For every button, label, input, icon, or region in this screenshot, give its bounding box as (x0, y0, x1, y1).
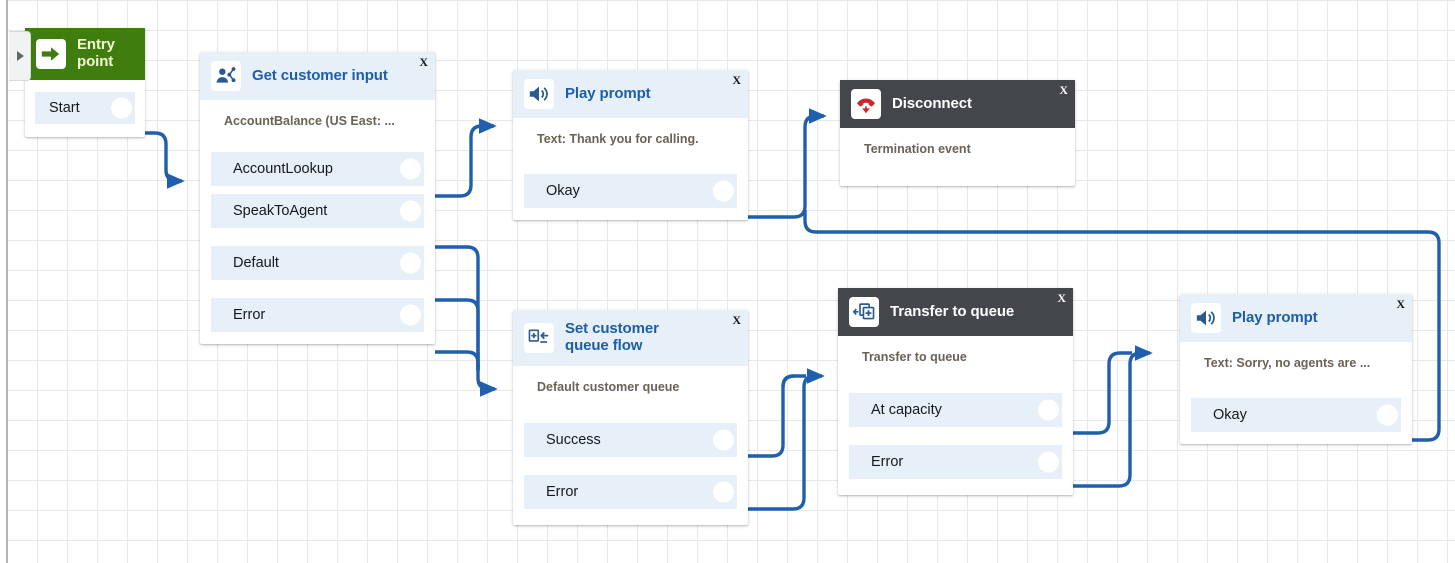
node-play-prompt-thankyou[interactable]: Play prompt X Text: Thank you for callin… (513, 70, 748, 220)
port-label: At capacity (849, 402, 942, 418)
speaker-icon (1191, 303, 1221, 333)
node-play-prompt-no-agents[interactable]: Play prompt X Text: Sorry, no agents are… (1180, 294, 1412, 444)
wire-error-trunk (435, 352, 478, 371)
node-disconnect[interactable]: Disconnect X Termination event (840, 80, 1075, 186)
port-okay[interactable]: Okay (524, 174, 737, 208)
wire-start-to-get-customer-input (131, 133, 182, 181)
close-icon[interactable]: X (732, 73, 741, 88)
node-title: Transfer to queue (890, 304, 1030, 321)
node-title: Disconnect (892, 96, 988, 113)
close-icon[interactable]: X (1059, 83, 1068, 98)
port-start[interactable]: Start (35, 92, 135, 124)
port-label: Success (524, 432, 601, 448)
port-connector-dot[interactable] (713, 482, 734, 503)
wire-atcapacity-join (1068, 353, 1132, 433)
wire-accountlookup-to-play-prompt (435, 126, 494, 196)
node-title: Set customer queue flow (565, 321, 715, 355)
close-icon[interactable]: X (1057, 291, 1066, 306)
port-connector-dot[interactable] (1038, 400, 1059, 421)
node-get-customer-input[interactable]: Get customer input X AccountBalance (US … (200, 52, 435, 344)
port-connector-dot[interactable] (713, 181, 734, 202)
flow-canvas[interactable]: Entry point Start Get customer inpu (0, 0, 1455, 563)
port-label: AccountLookup (211, 161, 333, 177)
node-subtitle: Text: Sorry, no agents are ... (1180, 342, 1412, 374)
node-header: Entry point (25, 28, 145, 80)
wire-queueflow-error-to-transfer-to-queue (742, 376, 822, 509)
node-ports: At capacity Error (838, 368, 1073, 495)
port-label: Okay (1191, 407, 1247, 423)
wire-speaktoagent-trunk (435, 247, 478, 370)
port-connector-dot[interactable] (400, 159, 421, 180)
node-header: Get customer input X (200, 52, 435, 100)
port-label: Error (849, 454, 903, 470)
port-connector-dot[interactable] (400, 305, 421, 326)
port-at-capacity[interactable]: At capacity (849, 393, 1062, 427)
port-label: Okay (524, 183, 580, 199)
node-header: Transfer to queue X (838, 288, 1073, 336)
transfer-to-queue-icon (849, 297, 879, 327)
node-title: Entry point (77, 37, 135, 71)
port-error[interactable]: Error (524, 475, 737, 509)
node-subtitle: Transfer to queue (838, 336, 1073, 368)
node-header: Play prompt X (1180, 294, 1412, 342)
node-subtitle: Text: Thank you for calling. (513, 118, 748, 150)
panel-expand-toggle[interactable] (9, 31, 31, 81)
port-connector-dot[interactable] (713, 430, 734, 451)
close-icon[interactable]: X (1396, 297, 1405, 312)
port-connector-dot[interactable] (400, 253, 421, 274)
node-header: Set customer queue flow X (513, 310, 748, 366)
node-ports: Okay (513, 150, 748, 220)
node-subtitle: Default customer queue (513, 366, 748, 398)
close-icon[interactable]: X (419, 55, 428, 70)
node-entry-point[interactable]: Entry point Start (25, 28, 145, 137)
node-subtitle: Termination event (840, 128, 1075, 186)
port-label: Start (35, 100, 80, 116)
node-subtitle: AccountBalance (US East: ... (200, 100, 435, 132)
port-connector-dot[interactable] (1038, 452, 1059, 473)
port-label: SpeakToAgent (211, 203, 327, 219)
port-error[interactable]: Error (211, 298, 424, 332)
node-transfer-to-queue[interactable]: Transfer to queue X Transfer to queue At… (838, 288, 1073, 495)
port-success[interactable]: Success (524, 423, 737, 457)
port-speaktoagent[interactable]: SpeakToAgent (211, 194, 424, 228)
node-ports: Start (25, 80, 145, 137)
triangle-right-icon (17, 51, 24, 61)
port-label: Error (524, 484, 578, 500)
disconnect-phone-icon (851, 89, 881, 119)
node-ports: AccountLookup SpeakToAgent Default Error (200, 132, 435, 344)
set-queue-flow-icon (524, 323, 554, 353)
port-connector-dot[interactable] (400, 201, 421, 222)
port-accountlookup[interactable]: AccountLookup (211, 152, 424, 186)
wire-default-trunk (435, 300, 478, 370)
node-title: Play prompt (565, 86, 667, 103)
wire-okay-to-disconnect (742, 116, 824, 217)
left-panel-edge (0, 0, 8, 563)
node-header: Play prompt X (513, 70, 748, 118)
node-ports: Success Error (513, 398, 748, 525)
wire-transfer-error-to-play-prompt (1068, 353, 1150, 486)
port-okay[interactable]: Okay (1191, 398, 1401, 432)
close-icon[interactable]: X (732, 313, 741, 328)
node-title: Get customer input (252, 68, 404, 85)
port-connector-dot[interactable] (1377, 405, 1398, 426)
node-header: Disconnect X (840, 80, 1075, 128)
port-label: Error (211, 307, 265, 323)
node-ports: Okay (1180, 374, 1412, 444)
port-connector-dot[interactable] (111, 98, 132, 119)
entry-arrow-icon (36, 39, 66, 69)
wire-success-join (783, 376, 806, 387)
get-customer-input-icon (211, 61, 241, 91)
node-set-customer-queue-flow[interactable]: Set customer queue flow X Default custom… (513, 310, 748, 525)
port-label: Default (211, 255, 279, 271)
speaker-icon (524, 79, 554, 109)
wire-trunk-to-set-customer-queue-flow (478, 352, 495, 389)
port-default[interactable]: Default (211, 246, 424, 280)
wire-success-to-transfer-to-queue (742, 376, 794, 456)
port-error[interactable]: Error (849, 445, 1062, 479)
node-title: Play prompt (1232, 310, 1334, 327)
